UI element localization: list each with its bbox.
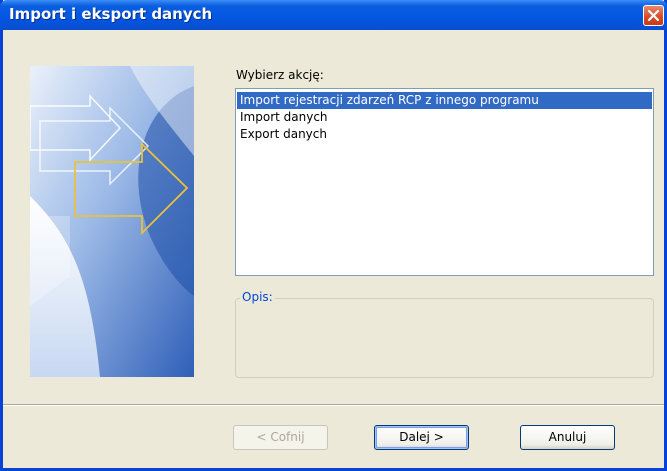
separator-highlight: [3, 405, 664, 406]
cancel-button[interactable]: Anuluj: [520, 425, 615, 450]
list-item[interactable]: Import danych: [237, 109, 652, 126]
back-button[interactable]: < Cofnij: [233, 425, 328, 450]
list-item[interactable]: Export danych: [237, 126, 652, 143]
action-listbox[interactable]: Import rejestracji zdarzeń RCP z innego …: [235, 88, 654, 276]
close-button[interactable]: [643, 5, 664, 26]
description-title: Opis:: [240, 290, 275, 304]
choose-action-label: Wybierz akcję:: [236, 68, 324, 82]
title-bar[interactable]: Import i eksport danych: [0, 0, 667, 30]
window-title: Import i eksport danych: [9, 5, 213, 23]
import-export-dialog: Import i eksport danych Wybierz akcję: I…: [0, 0, 667, 471]
close-icon: [647, 9, 660, 22]
list-item[interactable]: Import rejestracji zdarzeń RCP z innego …: [237, 92, 652, 109]
description-groupbox: [235, 298, 654, 378]
wizard-banner-image: [30, 66, 194, 377]
next-button[interactable]: Dalej >: [374, 425, 469, 450]
